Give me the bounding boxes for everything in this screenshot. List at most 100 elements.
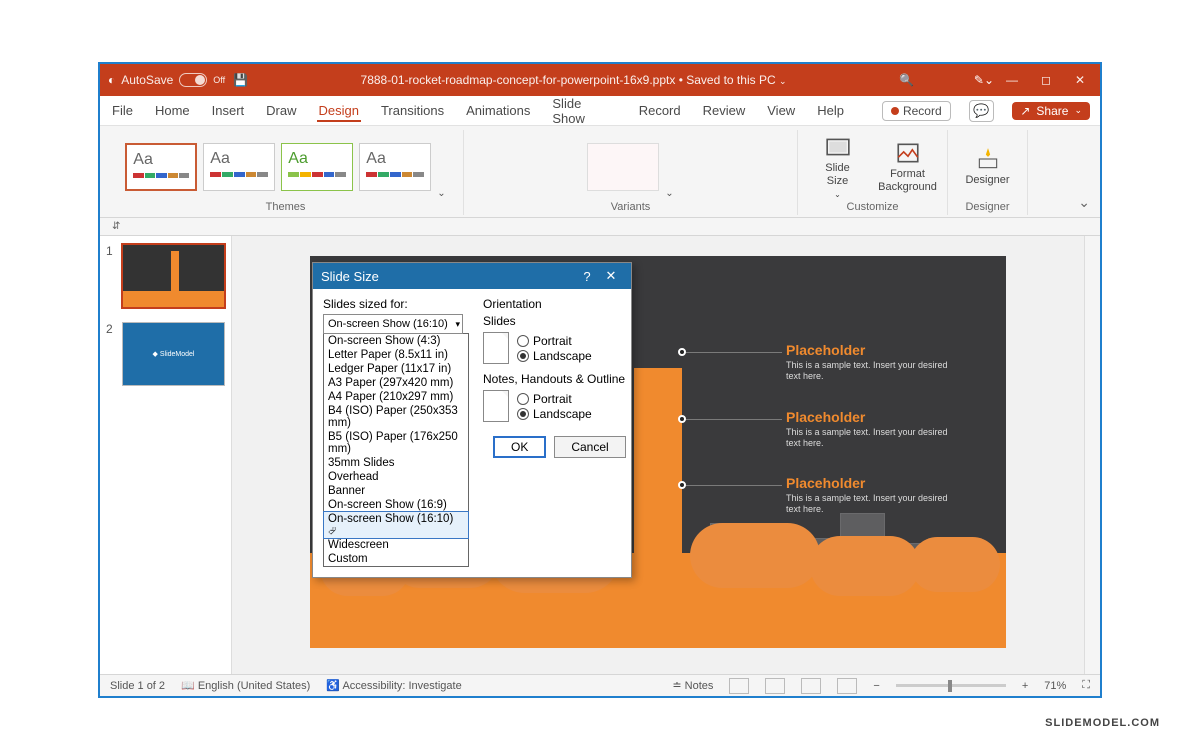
theme-tile[interactable]: Aa <box>359 143 431 191</box>
close-button[interactable]: ✕ <box>1072 73 1088 87</box>
dialog-title-text: Slide Size <box>321 269 575 284</box>
share-button[interactable]: ↗ Share ⌄ <box>1012 102 1090 120</box>
normal-view-icon[interactable] <box>729 678 749 694</box>
tab-insert[interactable]: Insert <box>210 99 247 122</box>
save-icon[interactable]: 💾 <box>233 73 248 87</box>
dropdown-item[interactable]: B5 (ISO) Paper (176x250 mm) <box>324 430 468 456</box>
ribbon-body: Aa Aa Aa Aa ⌄ Themes ⌄ Variants Slide Si… <box>100 126 1100 218</box>
dropdown-item[interactable]: 35mm Slides <box>324 456 468 470</box>
language-status[interactable]: 📖 English (United States) <box>181 679 310 692</box>
dropdown-item[interactable]: On-screen Show (16:10) ⮰ <box>324 512 468 538</box>
sized-for-combobox[interactable]: On-screen Show (16:10) ▾ <box>323 314 463 334</box>
designer-button[interactable]: Designer <box>956 146 1020 187</box>
connector-line <box>682 352 782 353</box>
zoom-slider[interactable] <box>896 684 1006 687</box>
dropdown-item[interactable]: On-screen Show (16:9) <box>324 498 468 512</box>
zoom-out-icon[interactable]: − <box>873 680 879 692</box>
theme-tile[interactable]: Aa <box>125 143 197 191</box>
dialog-help-icon[interactable]: ? <box>575 269 599 284</box>
dropdown-item[interactable]: Ledger Paper (11x17 in) <box>324 362 468 376</box>
accessibility-status[interactable]: ♿ Accessibility: Investigate <box>326 679 461 692</box>
dropdown-item[interactable]: Widescreen <box>324 538 468 552</box>
dropdown-item[interactable]: Custom <box>324 552 468 566</box>
tab-draw[interactable]: Draw <box>264 99 298 122</box>
placeholder-right-2[interactable]: Placeholder This is a sample text. Inser… <box>786 409 954 450</box>
radio-slides-portrait[interactable]: Portrait <box>517 334 592 348</box>
dropdown-item[interactable]: A4 Paper (210x297 mm) <box>324 390 468 404</box>
tab-view[interactable]: View <box>765 99 797 122</box>
autosave-toggle[interactable]: AutoSave Off <box>121 73 225 87</box>
slide-size-dialog: Slide Size ? ✕ Slides sized for: On-scre… <box>312 262 632 578</box>
comments-button[interactable]: 💬 <box>969 100 995 122</box>
slide-counter[interactable]: Slide 1 of 2 <box>110 680 165 692</box>
ribbon-tabs: File Home Insert Draw Design Transitions… <box>100 96 1100 126</box>
maximize-button[interactable]: ◻ <box>1038 73 1054 87</box>
theme-tile[interactable]: Aa <box>281 143 353 191</box>
fit-to-window-icon[interactable]: ⛶ <box>1082 679 1090 692</box>
connector-dot <box>678 348 686 356</box>
zoom-value[interactable]: 71% <box>1044 680 1066 692</box>
placeholder-title: Placeholder <box>786 409 954 425</box>
record-button[interactable]: Record <box>882 101 951 121</box>
reading-view-icon[interactable] <box>801 678 821 694</box>
variant-tile[interactable] <box>587 143 659 191</box>
placeholder-right-3[interactable]: Placeholder This is a sample text. Inser… <box>786 475 954 516</box>
dropdown-item[interactable]: A3 Paper (297x420 mm) <box>324 376 468 390</box>
placeholder-title: Placeholder <box>786 475 954 491</box>
tab-file[interactable]: File <box>110 99 135 122</box>
search-icon[interactable]: 🔍 <box>899 73 914 87</box>
ribbon-collapse-icon[interactable]: ⌄ <box>1078 194 1090 211</box>
toggle-icon[interactable] <box>179 73 207 87</box>
dropdown-item[interactable]: Letter Paper (8.5x11 in) <box>324 348 468 362</box>
themes-more-icon[interactable]: ⌄ <box>437 188 445 199</box>
document-title[interactable]: 7888-01-rocket-roadmap-concept-for-power… <box>248 73 899 87</box>
thumbnail-slide-2[interactable]: 2 ◆ SlideModel <box>106 322 225 386</box>
quick-access-bar: ⇵ <box>100 218 1100 236</box>
cancel-button[interactable]: Cancel <box>554 436 625 458</box>
theme-tile[interactable]: Aa <box>203 143 275 191</box>
dropdown-item[interactable]: On-screen Show (4:3) <box>324 334 468 348</box>
connector-line <box>682 485 782 486</box>
slide-size-button[interactable]: Slide Size⌄ <box>806 134 870 198</box>
quick-expand-icon[interactable]: ⇵ <box>112 221 120 232</box>
tab-help[interactable]: Help <box>815 99 846 122</box>
placeholder-right-1[interactable]: Placeholder This is a sample text. Inser… <box>786 342 954 383</box>
minimize-button[interactable]: — <box>1004 73 1020 87</box>
vertical-scrollbar[interactable] <box>1084 236 1100 674</box>
sorter-view-icon[interactable] <box>765 678 785 694</box>
tab-design[interactable]: Design <box>317 99 361 122</box>
tab-record[interactable]: Record <box>637 99 683 122</box>
notes-button[interactable]: ≐ Notes <box>672 679 713 692</box>
dropdown-item[interactable]: Banner <box>324 484 468 498</box>
combobox-value: On-screen Show (16:10) <box>328 318 448 330</box>
chevron-down-icon: ▾ <box>455 319 460 330</box>
ribbon-group-label: Themes <box>266 199 306 215</box>
tab-animations[interactable]: Animations <box>464 99 532 122</box>
slide-editor[interactable]: ext. Insert ext here. Placeholder This i… <box>232 236 1084 674</box>
pen-icon[interactable]: ✎⌄ <box>974 73 994 87</box>
radio-notes-portrait[interactable]: Portrait <box>517 392 592 406</box>
designer-icon <box>975 146 1001 172</box>
tab-home[interactable]: Home <box>153 99 192 122</box>
dialog-close-icon[interactable]: ✕ <box>599 268 623 284</box>
orientation-label: Orientation <box>483 297 636 311</box>
radio-notes-landscape[interactable]: Landscape <box>517 407 592 421</box>
zoom-in-icon[interactable]: + <box>1022 680 1028 692</box>
dropdown-item[interactable]: Overhead <box>324 470 468 484</box>
slide-canvas[interactable]: ext. Insert ext here. Placeholder This i… <box>310 256 1006 648</box>
tab-review[interactable]: Review <box>701 99 748 122</box>
variants-more-icon[interactable]: ⌄ <box>665 188 673 199</box>
placeholder-text: This is a sample text. Insert your desir… <box>786 427 954 450</box>
dialog-titlebar[interactable]: Slide Size ? ✕ <box>313 263 631 289</box>
format-background-button[interactable]: Format Background <box>876 140 940 193</box>
dropdown-item[interactable]: B4 (ISO) Paper (250x353 mm) <box>324 404 468 430</box>
placeholder-title: Placeholder <box>786 342 954 358</box>
radio-slides-landscape[interactable]: Landscape <box>517 349 592 363</box>
tab-transitions[interactable]: Transitions <box>379 99 446 122</box>
thumbnail-preview <box>122 244 225 308</box>
slideshow-view-icon[interactable] <box>837 678 857 694</box>
tab-slideshow[interactable]: Slide Show <box>550 92 618 130</box>
thumbnail-slide-1[interactable]: 1 <box>106 244 225 308</box>
ok-button[interactable]: OK <box>493 436 546 458</box>
connector-dot <box>678 415 686 423</box>
